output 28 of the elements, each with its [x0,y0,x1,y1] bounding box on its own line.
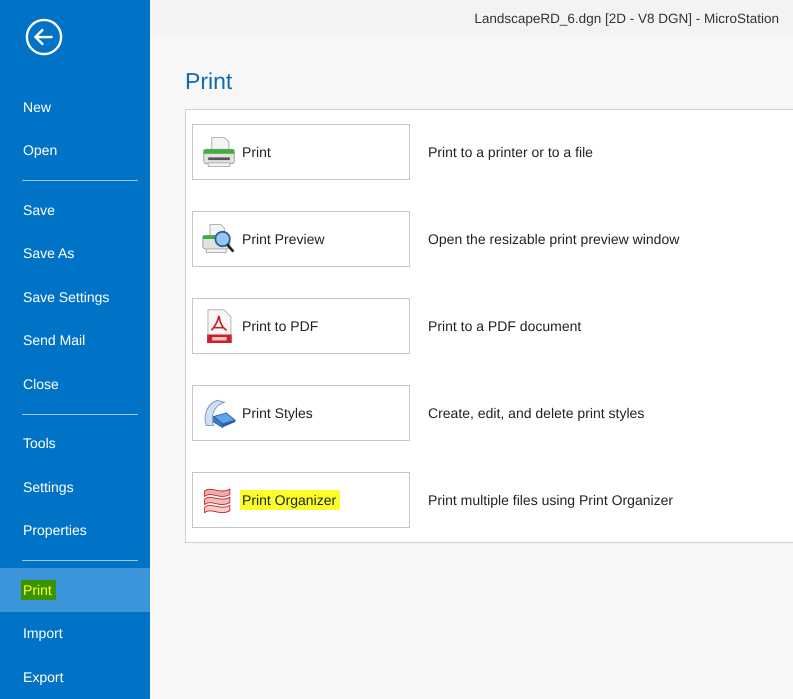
option-description: Print to a printer or to a file [428,144,593,160]
sidebar-item[interactable]: Open [0,128,150,172]
sidebar-item[interactable]: Settings [0,465,150,508]
sidebar-item[interactable]: Import [0,612,150,655]
back-icon[interactable] [25,18,63,56]
sidebar-item[interactable]: Send Mail [0,318,150,362]
print-option-button[interactable]: Print Styles [192,385,410,441]
sidebar-item[interactable]: Export [0,655,150,698]
sidebar-item[interactable]: Save Settings [0,275,150,318]
sidebar-item[interactable]: New [0,85,150,128]
print-option-button[interactable]: Print [192,124,410,180]
option-description: Print to a PDF document [428,318,582,334]
print-option-button[interactable]: Print Organizer [192,472,410,528]
print-option-button[interactable]: Print Preview [192,211,410,267]
option-description: Create, edit, and delete print styles [428,405,644,421]
page-title: Print [185,68,234,95]
sidebar-item[interactable]: Properties [0,508,150,552]
print-option-button[interactable]: Print to PDF [192,298,410,354]
sidebar-item[interactable]: Save As [0,232,150,275]
window-title: LandscapeRD_6.dgn [2D - V8 DGN] - MicroStation [474,10,779,26]
sidebar-item[interactable]: Close [0,362,150,406]
printer-icon [201,135,237,169]
option-description: Open the resizable print preview window [428,231,680,247]
option-description: Print multiple files using Print Organizer [428,492,674,508]
sidebar-item[interactable]: Save [0,188,150,232]
sidebar-item[interactable]: Print [0,568,150,612]
sidebar-item[interactable]: Tools [0,422,150,465]
print-preview-icon [201,222,237,256]
